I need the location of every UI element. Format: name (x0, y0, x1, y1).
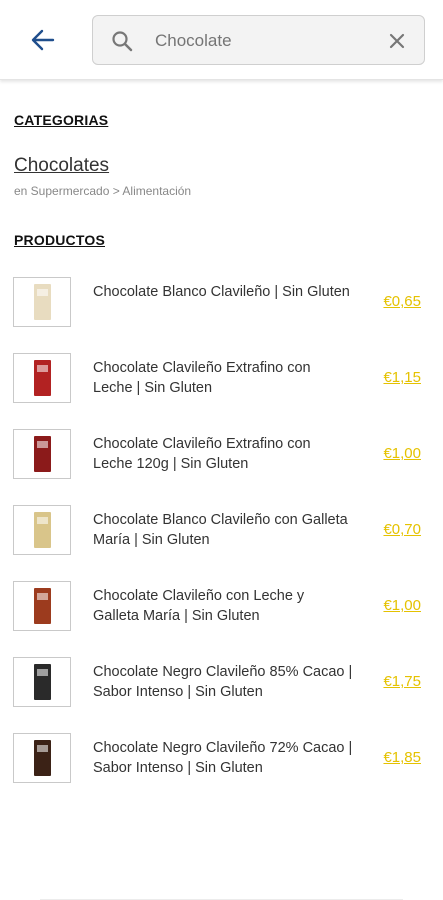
product-name: Chocolate Blanco Clavileño | Sin Gluten (93, 284, 350, 300)
product-row[interactable]: Chocolate Negro Clavileño 72% Cacao | Sa… (0, 732, 443, 808)
category-link-chocolates[interactable]: Chocolates (14, 155, 109, 177)
category-path: en Supermercado > Alimentación (14, 184, 192, 198)
arrow-left-icon (31, 29, 55, 51)
product-image (13, 581, 71, 631)
chocolate-bar-icon (33, 664, 51, 700)
back-button[interactable] (26, 24, 60, 56)
product-row[interactable]: Chocolate Clavileño Extrafino con Leche … (0, 352, 443, 428)
product-list: Chocolate Blanco Clavileño | Sin Gluten … (0, 276, 443, 808)
chocolate-bar-icon (33, 512, 51, 548)
product-name: Chocolate Blanco Clavileño con Galleta M… (93, 512, 348, 548)
product-row[interactable]: Chocolate Blanco Clavileño con Galleta M… (0, 504, 443, 580)
search-box[interactable] (92, 15, 425, 65)
product-name: Chocolate Clavileño Extrafino con Leche … (93, 436, 311, 472)
product-name: Chocolate Clavileño con Leche y Galleta … (93, 588, 305, 624)
product-image (13, 657, 71, 707)
product-image (13, 505, 71, 555)
chocolate-bar-icon (33, 360, 51, 396)
product-row[interactable]: Chocolate Clavileño Extrafino con Leche … (0, 428, 443, 504)
product-price[interactable]: €1,85 (383, 749, 421, 766)
search-icon (112, 31, 133, 52)
product-price[interactable]: €0,65 (383, 293, 421, 310)
chocolate-bar-icon (33, 740, 51, 776)
product-price[interactable]: €1,00 (383, 597, 421, 614)
close-icon[interactable] (386, 30, 408, 52)
product-name: Chocolate Clavileño Extrafino con Leche … (93, 360, 311, 396)
chocolate-bar-icon (33, 588, 51, 624)
chocolate-bar-icon (33, 284, 51, 320)
product-row[interactable]: Chocolate Blanco Clavileño | Sin Gluten … (0, 276, 443, 352)
search-input[interactable] (155, 26, 365, 56)
product-price[interactable]: €1,75 (383, 673, 421, 690)
product-row[interactable]: Chocolate Negro Clavileño 85% Cacao | Sa… (0, 656, 443, 732)
chocolate-bar-icon (33, 436, 51, 472)
categories-heading: CATEGORIAS (14, 112, 109, 128)
product-image (13, 733, 71, 783)
product-image (13, 277, 71, 327)
product-image (13, 429, 71, 479)
products-heading: PRODUCTOS (14, 232, 105, 248)
product-price[interactable]: €1,00 (383, 445, 421, 462)
top-bar (0, 0, 443, 80)
product-name: Chocolate Negro Clavileño 72% Cacao | Sa… (93, 740, 353, 776)
product-image (13, 353, 71, 403)
product-price[interactable]: €0,70 (383, 521, 421, 538)
product-row[interactable]: Chocolate Clavileño con Leche y Galleta … (0, 580, 443, 656)
product-name: Chocolate Negro Clavileño 85% Cacao | Sa… (93, 664, 353, 700)
product-price[interactable]: €1,15 (383, 369, 421, 386)
